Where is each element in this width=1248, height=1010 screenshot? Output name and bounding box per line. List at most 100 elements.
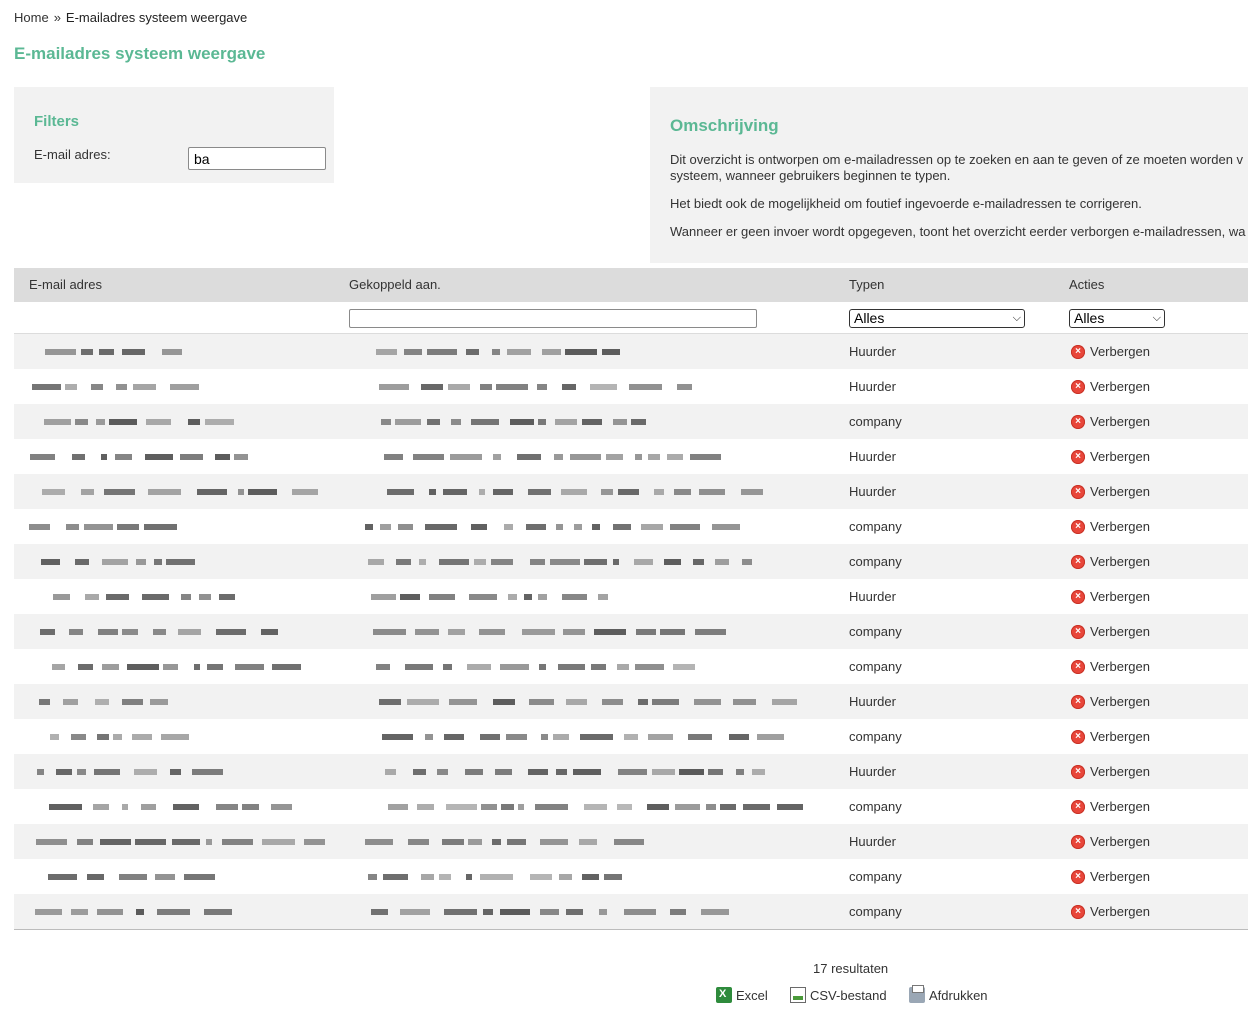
export-csv-button[interactable]: CSV-bestand	[790, 987, 887, 1003]
redacted-block	[442, 839, 464, 845]
remove-circle-icon: ×	[1071, 694, 1085, 709]
redacted-block	[677, 384, 692, 390]
chevron-down-icon: ⌵	[1152, 312, 1161, 324]
type-cell: Huurder	[849, 764, 896, 779]
redacted-block	[141, 804, 156, 810]
redacted-block	[219, 594, 235, 600]
type-cell: company	[849, 554, 902, 569]
hide-action-label: Verbergen	[1090, 589, 1150, 604]
type-cell: Huurder	[849, 484, 896, 499]
hide-action-link[interactable]: × Verbergen	[1071, 544, 1150, 579]
hide-action-link[interactable]: × Verbergen	[1071, 474, 1150, 509]
redacted-block	[553, 734, 569, 740]
hide-action-link[interactable]: × Verbergen	[1071, 789, 1150, 824]
email-filter-input[interactable]	[188, 147, 326, 170]
header-types[interactable]: Typen	[849, 268, 884, 302]
redacted-block	[162, 349, 182, 355]
hide-action-link[interactable]: × Verbergen	[1071, 334, 1150, 369]
redacted-block	[415, 629, 439, 635]
types-select[interactable]: Alles ⌵	[849, 309, 1025, 328]
redacted-block	[379, 384, 409, 390]
remove-circle-icon: ×	[1071, 799, 1085, 814]
redacted-block	[194, 664, 200, 670]
redacted-block	[199, 594, 211, 600]
redacted-block	[510, 419, 534, 425]
redacted-block	[170, 769, 181, 775]
redacted-block	[556, 524, 563, 530]
linked-filter-input[interactable]	[349, 309, 757, 328]
export-excel-button[interactable]: Excel	[716, 987, 768, 1003]
remove-circle-icon: ×	[1071, 589, 1085, 604]
hide-action-label: Verbergen	[1090, 869, 1150, 884]
hide-action-link[interactable]: × Verbergen	[1071, 614, 1150, 649]
redacted-block	[44, 419, 71, 425]
table-bottom-border	[14, 929, 1248, 930]
redacted-block	[56, 769, 72, 775]
redacted-block	[624, 734, 638, 740]
redacted-block	[508, 594, 517, 600]
redacted-block	[507, 839, 526, 845]
header-linked[interactable]: Gekoppeld aan.	[349, 268, 441, 302]
redacted-block	[91, 384, 103, 390]
remove-circle-icon: ×	[1071, 904, 1085, 919]
hide-action-link[interactable]: × Verbergen	[1071, 404, 1150, 439]
redacted-block	[479, 629, 505, 635]
redacted-block	[99, 349, 114, 355]
redacted-block	[602, 699, 623, 705]
redacted-block	[522, 629, 555, 635]
header-email[interactable]: E-mail adres	[29, 268, 102, 302]
hide-action-link[interactable]: × Verbergen	[1071, 649, 1150, 684]
hide-action-link[interactable]: × Verbergen	[1071, 439, 1150, 474]
actions-select[interactable]: Alles ⌵	[1069, 309, 1165, 328]
redacted-block	[69, 629, 83, 635]
redacted-block	[39, 699, 50, 705]
redacted-block	[163, 664, 178, 670]
breadcrumb-home-link[interactable]: Home	[14, 10, 49, 25]
hide-action-link[interactable]: × Verbergen	[1071, 509, 1150, 544]
hide-action-link[interactable]: × Verbergen	[1071, 824, 1150, 859]
redacted-block	[81, 489, 94, 495]
redacted-block	[688, 734, 712, 740]
hide-action-link[interactable]: × Verbergen	[1071, 684, 1150, 719]
redacted-block	[400, 594, 420, 600]
redacted-block	[376, 664, 390, 670]
types-select-value: Alles	[854, 310, 885, 326]
redacted-block	[701, 909, 729, 915]
hide-action-link[interactable]: × Verbergen	[1071, 579, 1150, 614]
header-actions[interactable]: Acties	[1069, 268, 1104, 302]
remove-circle-icon: ×	[1071, 519, 1085, 534]
redacted-block	[153, 629, 166, 635]
hide-action-link[interactable]: × Verbergen	[1071, 369, 1150, 404]
redacted-block	[618, 769, 647, 775]
redacted-block	[382, 734, 413, 740]
redacted-block	[507, 349, 531, 355]
linked-cell	[349, 509, 849, 544]
linked-cell	[349, 474, 849, 509]
remove-circle-icon: ×	[1071, 344, 1085, 359]
redacted-block	[443, 489, 467, 495]
hide-action-link[interactable]: × Verbergen	[1071, 754, 1150, 789]
email-cell	[14, 369, 334, 404]
hide-action-link[interactable]: × Verbergen	[1071, 894, 1150, 929]
redacted-block	[134, 769, 157, 775]
redacted-block	[102, 559, 128, 565]
redacted-block	[500, 664, 529, 670]
hide-action-link[interactable]: × Verbergen	[1071, 719, 1150, 754]
redacted-block	[192, 769, 223, 775]
hide-action-link[interactable]: × Verbergen	[1071, 859, 1150, 894]
column-filter-row: Alles ⌵ Alles ⌵	[14, 302, 1248, 334]
email-cell	[14, 684, 334, 719]
redacted-block	[234, 454, 248, 460]
redacted-block	[371, 594, 396, 600]
redacted-block	[466, 874, 472, 880]
hide-action-label: Verbergen	[1090, 484, 1150, 499]
hide-action-label: Verbergen	[1090, 624, 1150, 639]
chevron-down-icon: ⌵	[1012, 312, 1021, 324]
export-print-button[interactable]: Afdrukken	[909, 985, 988, 1003]
email-cell	[14, 824, 334, 859]
redacted-block	[446, 804, 477, 810]
redacted-block	[50, 734, 59, 740]
redacted-block	[468, 839, 482, 845]
redacted-block	[400, 909, 430, 915]
redacted-block	[385, 769, 396, 775]
